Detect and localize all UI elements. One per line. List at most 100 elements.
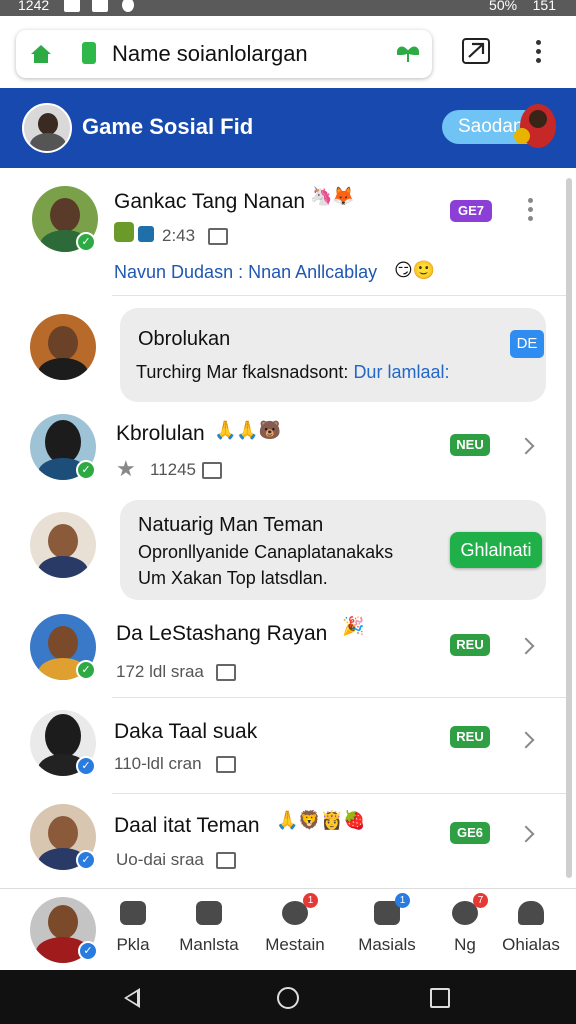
heart-status-icon <box>122 0 134 12</box>
nav-label: Ohialas <box>502 935 560 954</box>
more-options-icon[interactable] <box>528 198 534 225</box>
feed-item[interactable]: ✓ Kbrolulan 🙏🙏🐻 ★ 11245 NEU <box>0 404 566 494</box>
status-tag: GE7 <box>450 200 492 222</box>
verified-icon: ✓ <box>76 850 96 870</box>
browser-toolbar: Name soianlolargan <box>0 16 576 88</box>
feed-item[interactable]: ✓ Daka Taal suak 110-ldl cran REU <box>0 698 566 794</box>
accept-button[interactable]: Ghlalnati <box>450 532 542 568</box>
friend-name[interactable]: Gankac Tang Nanan <box>114 190 305 214</box>
pill-avatar[interactable] <box>514 104 556 148</box>
feed-scrollbar[interactable] <box>566 178 572 878</box>
notification-badge: 1 <box>303 893 318 908</box>
controller-icon <box>138 226 154 242</box>
chat-icon <box>120 901 146 925</box>
image-icon <box>202 462 222 479</box>
app-status-icon <box>92 0 108 12</box>
star-icon: ★ <box>116 456 136 481</box>
play-count: 11245 <box>150 460 197 479</box>
friend-avatar[interactable] <box>30 314 96 380</box>
url-text[interactable]: Name soianlolargan <box>112 41 308 67</box>
nav-item-mestain[interactable]: 1 Mestain <box>250 893 340 955</box>
nav-item-manlsta[interactable]: Manlsta <box>164 901 254 955</box>
nav-item-masials[interactable]: 1 Masials <box>342 893 432 955</box>
leaf-icon[interactable] <box>396 42 420 69</box>
back-icon[interactable] <box>124 988 140 1008</box>
person-icon <box>518 901 544 925</box>
feed-item[interactable]: ✓ Da LeStashang Rayan 🎉 172 ldl sraa REU <box>0 604 566 698</box>
message-title: Natuarig Man Teman <box>138 514 324 536</box>
address-bar[interactable]: Name soianlolargan <box>16 30 432 78</box>
clock-right: 151 <box>532 0 556 13</box>
chevron-right-icon[interactable] <box>517 437 535 455</box>
image-icon <box>208 228 228 245</box>
friend-name[interactable]: Daal itat Teman <box>114 814 260 838</box>
image-icon <box>216 852 236 869</box>
status-tag: GE6 <box>450 822 490 844</box>
lock-icon <box>82 42 96 64</box>
reaction-emoji: 😏🙂 <box>394 260 436 280</box>
home-circle-icon[interactable] <box>277 987 299 1009</box>
image-icon <box>216 756 236 773</box>
image-icon <box>216 664 236 681</box>
chevron-right-icon[interactable] <box>517 637 535 655</box>
list-icon <box>196 901 222 925</box>
message-title: Obrolukan <box>138 328 231 350</box>
app-header: Game Sosial Fid Saodan <box>0 88 576 168</box>
message-bubble[interactable]: Obrolukan Turchirg Mar fkalsnadsont: Dur… <box>120 308 546 402</box>
feed-item[interactable]: Obrolukan Turchirg Mar fkalsnadsont: Dur… <box>0 296 566 404</box>
message-prefix: Turchirg Mar fkalsnadsont: <box>136 362 349 382</box>
nav-label: Mestain <box>265 935 325 954</box>
battery-text: 50% <box>489 0 518 13</box>
message-line: Um Xakan Top latsdlan. <box>138 568 328 588</box>
social-feed[interactable]: ✓ Gankac Tang Nanan 🦄🦊 2:43 GE7 Navun Du… <box>0 168 576 888</box>
chevron-right-icon[interactable] <box>517 825 535 843</box>
friend-avatar[interactable] <box>30 512 96 578</box>
status-time: 1242 <box>18 0 50 13</box>
home-icon[interactable] <box>30 44 52 69</box>
post-meta: Uo-dai sraa <box>116 850 204 869</box>
verified-icon: ✓ <box>76 660 96 680</box>
warning-icon: 7 <box>452 893 488 925</box>
friend-name[interactable]: Kbrolulan <box>116 422 205 446</box>
friend-name[interactable]: Da LeStashang Rayan <box>116 622 327 646</box>
verified-icon: ✓ <box>76 232 96 252</box>
verified-icon: ✓ <box>76 756 96 776</box>
friend-name[interactable]: Daka Taal suak <box>114 720 257 744</box>
bottom-navigation: ✓ Pkla Manlsta 1 Mestain 1 Masials 7 Ng … <box>0 888 576 970</box>
status-tag: NEU <box>450 434 490 456</box>
game-icon <box>114 222 134 242</box>
app-title: Game Sosial Fid <box>82 114 254 139</box>
status-tag: REU <box>450 726 490 748</box>
system-navigation <box>0 970 576 1024</box>
message-bubble[interactable]: Natuarig Man Teman Opronllyanide Canapla… <box>120 500 546 600</box>
feed-item[interactable]: ✓ Daal itat Teman 🙏🦁👸🍓 Uo-dai sraa GE6 <box>0 794 566 888</box>
status-tag: REU <box>450 634 490 656</box>
post-meta: 110-ldl cran <box>114 754 202 773</box>
triangle-icon: 1 <box>282 893 318 925</box>
feed-item[interactable]: ✓ Gankac Tang Nanan 🦄🦊 2:43 GE7 Navun Du… <box>0 168 566 296</box>
feed-item[interactable]: Natuarig Man Teman Opronllyanide Canapla… <box>0 494 566 604</box>
status-bar: 1242 50% 151 <box>0 0 576 16</box>
name-emoji: 🦄🦊 <box>310 186 355 206</box>
message-line: Opronllyanide Canaplatanakaks <box>138 542 394 562</box>
nav-item-ohialas[interactable]: Ohialas <box>486 901 576 955</box>
status-right: 50% 151 <box>489 0 556 13</box>
home-status-icon <box>64 0 80 12</box>
nav-label: Masials <box>358 935 416 954</box>
chevron-right-icon[interactable] <box>517 731 535 749</box>
recents-icon[interactable] <box>430 988 450 1008</box>
nav-label: Manlsta <box>179 935 239 954</box>
name-emoji: 🙏🙏🐻 <box>214 420 282 440</box>
verified-icon: ✓ <box>76 460 96 480</box>
activity-link[interactable]: Navun Dudasn : Nnan Anllcablay <box>114 262 377 283</box>
tabs-switcher-icon[interactable] <box>462 38 490 64</box>
overflow-menu-icon[interactable] <box>528 40 548 66</box>
notification-badge: 1 <box>395 893 410 908</box>
profile-avatar[interactable] <box>22 103 72 153</box>
message-link[interactable]: Dur lamlaal: <box>353 362 449 382</box>
message-text: Turchirg Mar fkalsnadsont: Dur lamlaal: <box>136 362 449 383</box>
post-meta: 172 ldl sraa <box>116 662 204 681</box>
message-icon: 1 <box>374 893 410 925</box>
name-emoji: 🎉 <box>342 616 365 636</box>
language-tag[interactable]: DE <box>510 330 544 358</box>
